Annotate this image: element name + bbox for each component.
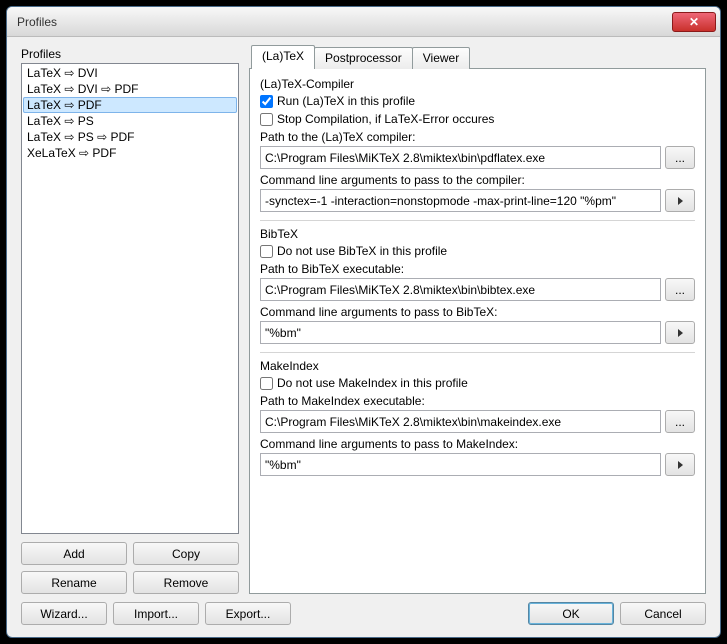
bibtex-path-row: ... [260, 278, 695, 301]
run-latex-row[interactable]: Run (La)TeX in this profile [260, 94, 695, 108]
latex-path-label: Path to the (La)TeX compiler: [260, 130, 695, 144]
separator [260, 352, 695, 353]
bibtex-args-menu-button[interactable] [665, 321, 695, 344]
group-title-makeindex: MakeIndex [260, 359, 695, 373]
skip-bibtex-label: Do not use BibTeX in this profile [277, 244, 447, 258]
remove-button[interactable]: Remove [133, 571, 239, 594]
makeindex-args-input[interactable] [260, 453, 661, 476]
group-bibtex: BibTeX Do not use BibTeX in this profile… [260, 227, 695, 344]
ellipsis-icon: ... [675, 415, 685, 429]
skip-makeindex-checkbox[interactable] [260, 377, 273, 390]
cancel-button[interactable]: Cancel [620, 602, 706, 625]
profiles-listbox[interactable]: LaTeX ⇨ DVILaTeX ⇨ DVI ⇨ PDFLaTeX ⇨ PDFL… [21, 63, 239, 534]
group-title-bibtex: BibTeX [260, 227, 695, 241]
list-item[interactable]: LaTeX ⇨ DVI [23, 65, 237, 81]
latex-args-input[interactable] [260, 189, 661, 212]
bibtex-path-label: Path to BibTeX executable: [260, 262, 695, 276]
makeindex-path-row: ... [260, 410, 695, 433]
latex-args-menu-button[interactable] [665, 189, 695, 212]
makeindex-args-label: Command line arguments to pass to MakeIn… [260, 437, 695, 451]
ellipsis-icon: ... [675, 151, 685, 165]
tab-page-latex: (La)TeX-Compiler Run (La)TeX in this pro… [249, 68, 706, 594]
ellipsis-icon: ... [675, 283, 685, 297]
list-item[interactable]: XeLaTeX ⇨ PDF [23, 145, 237, 161]
list-item[interactable]: LaTeX ⇨ PDF [23, 97, 237, 113]
titlebar[interactable]: Profiles ✕ [7, 7, 720, 37]
browse-latex-path-button[interactable]: ... [665, 146, 695, 169]
skip-makeindex-label: Do not use MakeIndex in this profile [277, 376, 468, 390]
bibtex-path-input[interactable] [260, 278, 661, 301]
tab-latex[interactable]: (La)TeX [251, 45, 315, 69]
bibtex-args-row [260, 321, 695, 344]
copy-button[interactable]: Copy [133, 542, 239, 565]
close-icon: ✕ [689, 15, 699, 29]
list-item[interactable]: LaTeX ⇨ DVI ⇨ PDF [23, 81, 237, 97]
latex-args-row [260, 189, 695, 212]
separator [260, 220, 695, 221]
arrow-right-icon [678, 197, 683, 205]
close-button[interactable]: ✕ [672, 12, 716, 32]
profiles-label: Profiles [21, 47, 239, 61]
import-button[interactable]: Import... [113, 602, 199, 625]
bottom-button-row: Wizard... Import... Export... OK Cancel [21, 602, 706, 625]
group-latex-compiler: (La)TeX-Compiler Run (La)TeX in this pro… [260, 77, 695, 212]
ok-button[interactable]: OK [528, 602, 614, 625]
browse-bibtex-path-button[interactable]: ... [665, 278, 695, 301]
browse-makeindex-path-button[interactable]: ... [665, 410, 695, 433]
add-button[interactable]: Add [21, 542, 127, 565]
makeindex-path-input[interactable] [260, 410, 661, 433]
profiles-dialog: Profiles ✕ Profiles LaTeX ⇨ DVILaTeX ⇨ D… [6, 6, 721, 638]
main-row: Profiles LaTeX ⇨ DVILaTeX ⇨ DVI ⇨ PDFLaT… [21, 47, 706, 594]
wizard-button[interactable]: Wizard... [21, 602, 107, 625]
arrow-right-icon [678, 461, 683, 469]
bibtex-args-label: Command line arguments to pass to BibTeX… [260, 305, 695, 319]
latex-path-row: ... [260, 146, 695, 169]
latex-path-input[interactable] [260, 146, 661, 169]
group-title-latex: (La)TeX-Compiler [260, 77, 695, 91]
run-latex-checkbox[interactable] [260, 95, 273, 108]
profile-buttons: Add Copy Rename Remove [21, 542, 239, 594]
skip-bibtex-checkbox[interactable] [260, 245, 273, 258]
tab-postprocessor[interactable]: Postprocessor [314, 47, 413, 69]
list-item[interactable]: LaTeX ⇨ PS ⇨ PDF [23, 129, 237, 145]
stop-on-error-checkbox[interactable] [260, 113, 273, 126]
dialog-body: Profiles LaTeX ⇨ DVILaTeX ⇨ DVI ⇨ PDFLaT… [7, 37, 720, 637]
window-title: Profiles [17, 15, 672, 29]
run-latex-label: Run (La)TeX in this profile [277, 94, 415, 108]
makeindex-args-menu-button[interactable] [665, 453, 695, 476]
right-column: (La)TeX Postprocessor Viewer (La)TeX-Com… [249, 47, 706, 594]
skip-makeindex-row[interactable]: Do not use MakeIndex in this profile [260, 376, 695, 390]
skip-bibtex-row[interactable]: Do not use BibTeX in this profile [260, 244, 695, 258]
bibtex-args-input[interactable] [260, 321, 661, 344]
stop-on-error-label: Stop Compilation, if LaTeX-Error occures [277, 112, 494, 126]
rename-button[interactable]: Rename [21, 571, 127, 594]
latex-args-label: Command line arguments to pass to the co… [260, 173, 695, 187]
tab-viewer[interactable]: Viewer [412, 47, 470, 69]
group-makeindex: MakeIndex Do not use MakeIndex in this p… [260, 359, 695, 476]
makeindex-args-row [260, 453, 695, 476]
list-item[interactable]: LaTeX ⇨ PS [23, 113, 237, 129]
arrow-right-icon [678, 329, 683, 337]
export-button[interactable]: Export... [205, 602, 291, 625]
tab-bar: (La)TeX Postprocessor Viewer [249, 47, 706, 69]
stop-on-error-row[interactable]: Stop Compilation, if LaTeX-Error occures [260, 112, 695, 126]
makeindex-path-label: Path to MakeIndex executable: [260, 394, 695, 408]
left-column: Profiles LaTeX ⇨ DVILaTeX ⇨ DVI ⇨ PDFLaT… [21, 47, 239, 594]
